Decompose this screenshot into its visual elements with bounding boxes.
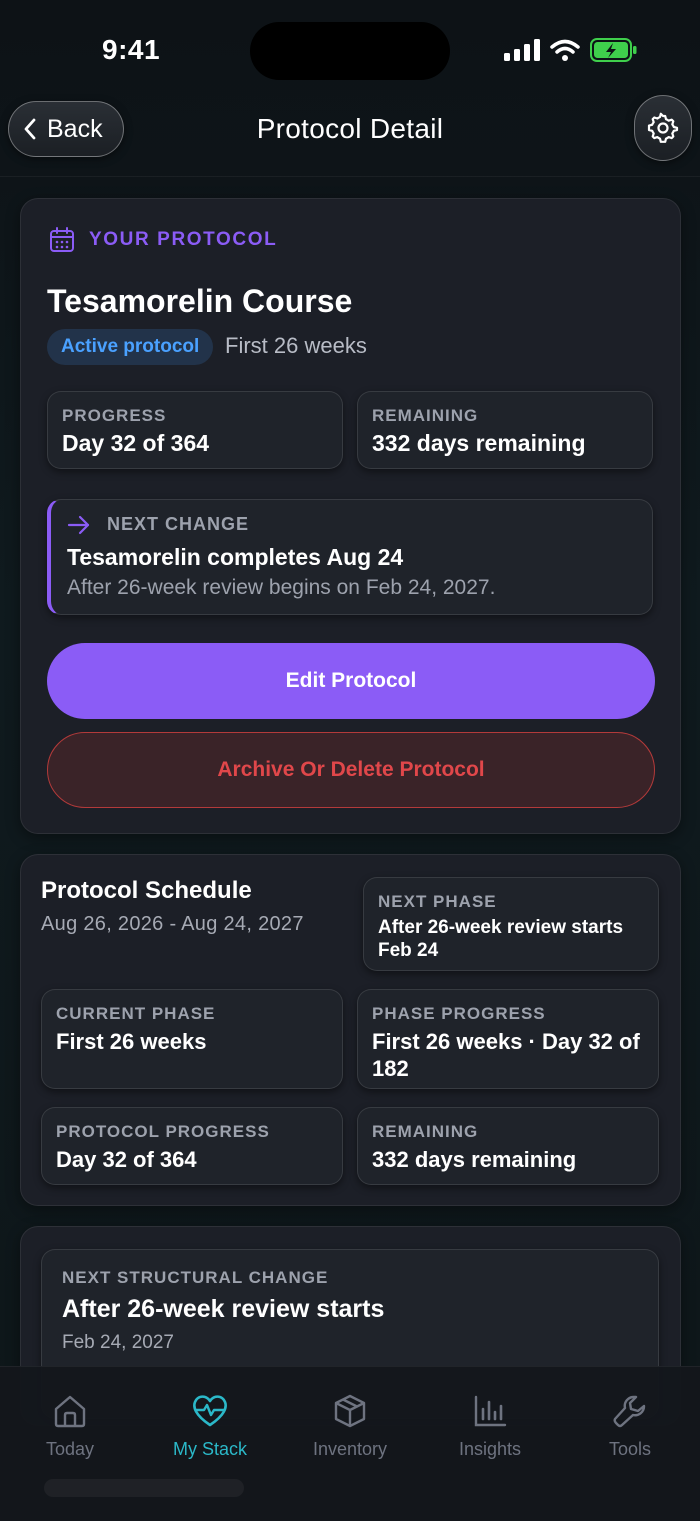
heart-pulse-icon (193, 1395, 227, 1427)
structural-label: NEXT STRUCTURAL CHANGE (62, 1268, 329, 1287)
progress-label: PROGRESS (62, 406, 167, 425)
tab-tools-label: Tools (608, 1439, 652, 1459)
system-icons (504, 38, 638, 62)
phase-text: First 26 weeks (225, 333, 367, 358)
schedule-remaining-stat: REMAINING 332 days remaining (357, 1107, 659, 1185)
structural-date: Feb 24, 2027 (62, 1332, 174, 1353)
archive-delete-button[interactable]: Archive Or Delete Protocol (47, 732, 655, 808)
current-phase-label: CURRENT PHASE (56, 1004, 216, 1023)
status-time: 9:41 (102, 34, 161, 65)
tab-today[interactable]: Today (0, 1393, 140, 1460)
protocol-progress-stat: PROTOCOL PROGRESS Day 32 of 364 (41, 1107, 343, 1185)
protocol-progress-value: Day 32 of 364 (56, 1147, 197, 1172)
protocol-name: Tesamorelin Course (47, 283, 353, 319)
next-change-label: NEXT CHANGE (107, 514, 250, 534)
schedule-remaining-label: REMAINING (372, 1122, 479, 1141)
schedule-title: Protocol Schedule (41, 877, 252, 904)
cellular-signal-icon (504, 39, 540, 61)
status-badge: Active protocol (47, 329, 214, 365)
next-change-title: Tesamorelin completes Aug 24 (67, 544, 404, 570)
tab-inventory[interactable]: Inventory (280, 1393, 420, 1460)
next-phase-stat: NEXT PHASE After 26-week review starts F… (363, 877, 659, 971)
wifi-icon (550, 39, 580, 61)
remaining-stat: REMAINING 332 days remaining (357, 391, 653, 469)
tab-my-stack[interactable]: My Stack (140, 1393, 280, 1460)
next-change-header: NEXT CHANGE (67, 514, 249, 535)
tab-insights[interactable]: Insights (420, 1393, 560, 1460)
protocol-eyebrow: YOUR PROTOCOL (49, 227, 277, 253)
next-phase-label: NEXT PHASE (378, 892, 497, 911)
remaining-value: 332 days remaining (372, 430, 586, 456)
protocol-progress-label: PROTOCOL PROGRESS (56, 1122, 270, 1141)
remaining-label: REMAINING (372, 406, 479, 425)
protocol-summary-card: YOUR PROTOCOL Tesamorelin Course Active … (20, 198, 681, 834)
dynamic-island (250, 22, 450, 80)
schedule-range: Aug 26, 2026 - Aug 24, 2027 (41, 913, 304, 935)
home-indicator (44, 1479, 244, 1497)
current-phase-stat: CURRENT PHASE First 26 weeks (41, 989, 343, 1089)
wrench-icon (613, 1395, 646, 1428)
bar-chart-icon (474, 1395, 507, 1427)
next-phase-value: After 26-week review starts Feb 24 (378, 917, 624, 961)
phase-progress-stat: PHASE PROGRESS First 26 weeks · Day 32 o… (357, 989, 659, 1089)
page-title: Protocol Detail (256, 113, 444, 144)
phase-progress-value: First 26 weeks · Day 32 of 182 (372, 1029, 640, 1081)
progress-stat: PROGRESS Day 32 of 364 (47, 391, 343, 469)
tab-bar: Today My Stack Inventory Insights Tools (0, 1366, 700, 1521)
tab-inventory-label: Inventory (312, 1439, 388, 1459)
battery-charging-icon (590, 38, 637, 62)
tab-tools[interactable]: Tools (560, 1393, 700, 1460)
next-change-subtitle: After 26-week review begins on Feb 24, 2… (67, 576, 496, 599)
edit-protocol-button[interactable]: Edit Protocol (47, 643, 655, 719)
schedule-remaining-value: 332 days remaining (372, 1147, 577, 1172)
status-bar: 9:41 (0, 0, 700, 95)
settings-button[interactable] (634, 95, 692, 161)
phase-progress-label: PHASE PROGRESS (372, 1004, 546, 1023)
tab-insights-label: Insights (458, 1439, 522, 1459)
tab-today-label: Today (45, 1439, 95, 1459)
next-change-panel: NEXT CHANGE Tesamorelin completes Aug 24… (47, 499, 653, 615)
current-phase-value: First 26 weeks (56, 1029, 207, 1054)
calendar-icon (50, 227, 74, 252)
gear-icon (647, 112, 679, 143)
box-icon (334, 1394, 366, 1428)
nav-header: Back Protocol Detail (0, 95, 700, 177)
tab-my-stack-label: My Stack (172, 1439, 247, 1459)
eyebrow-label: YOUR PROTOCOL (89, 229, 278, 250)
structural-title: After 26-week review starts (62, 1295, 385, 1323)
progress-value: Day 32 of 364 (62, 430, 210, 456)
home-icon (54, 1395, 86, 1428)
arrow-right-icon (67, 515, 90, 534)
protocol-schedule-card: Protocol Schedule Aug 26, 2026 - Aug 24,… (20, 854, 681, 1206)
